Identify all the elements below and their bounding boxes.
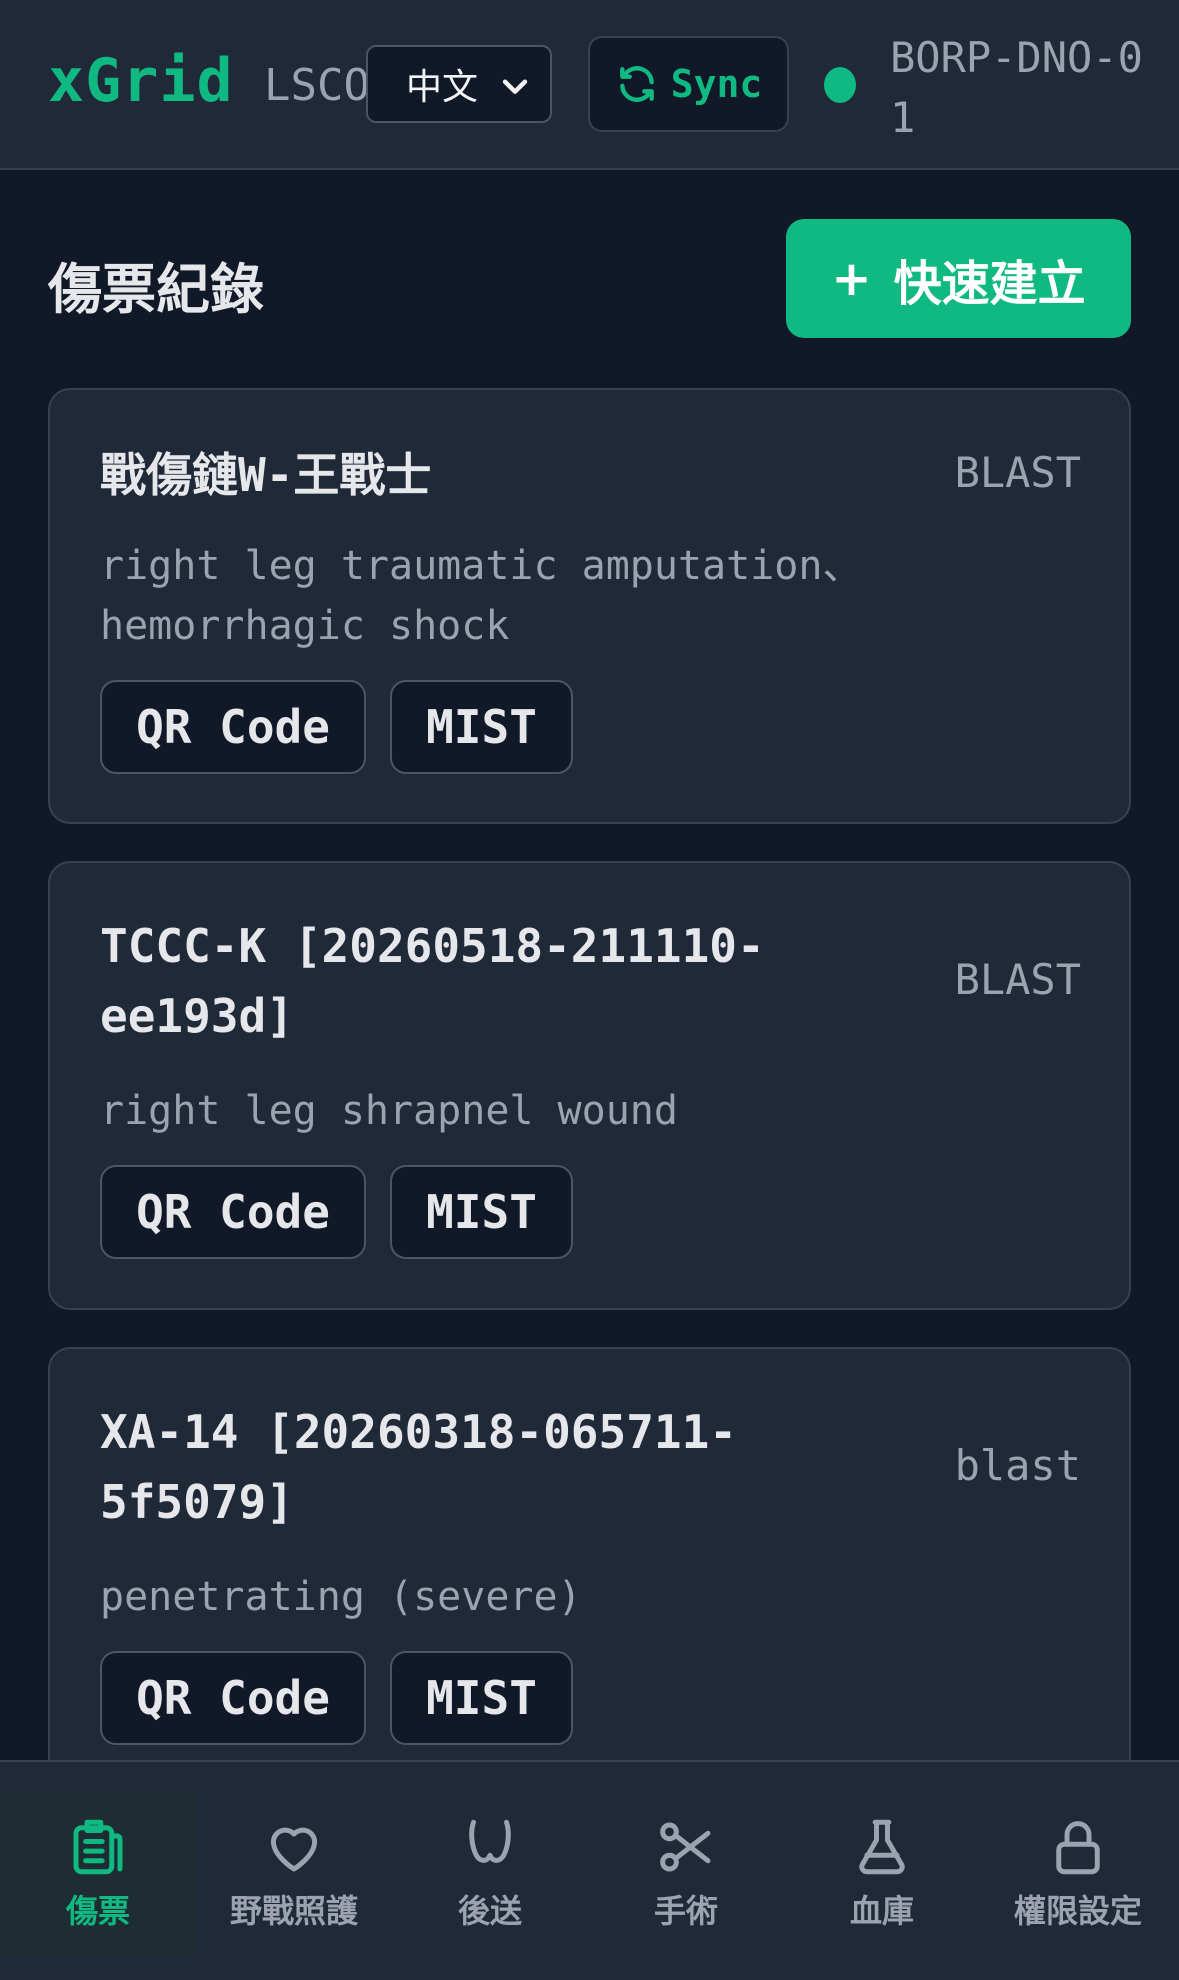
clipboard-icon	[73, 1819, 123, 1875]
injury-description: penetrating (severe)	[100, 1574, 582, 1620]
heart-icon	[270, 1827, 318, 1872]
qr-code-button[interactable]: QR Code	[100, 1165, 366, 1259]
nav-label: 血庫	[849, 1892, 914, 1930]
nav-item-blood-bank[interactable]: 血庫	[784, 1790, 980, 1956]
nav-item-evacuation[interactable]: 後送	[392, 1790, 588, 1956]
app-header: xGrid LSCO 中文 Sync BORP-DNO-01	[0, 0, 1179, 170]
device-id: BORP-DNO-01	[890, 33, 1143, 142]
quick-create-label: 快速建立	[893, 255, 1086, 312]
site-code: LSCO	[264, 60, 370, 111]
chevron-down-icon	[502, 79, 528, 94]
casualty-card[interactable]: 戰傷鏈W-王戰士 BLAST right leg traumatic amput…	[48, 388, 1131, 824]
sync-label: Sync	[670, 62, 763, 106]
quick-create-button[interactable]: + 快速建立	[786, 219, 1131, 338]
scissors-icon	[660, 1822, 711, 1872]
nav-label: 野戰照護	[229, 1892, 358, 1930]
injury-mechanism: blast	[954, 1441, 1081, 1490]
injury-description: right leg shrapnel wound	[100, 1088, 678, 1134]
mist-button[interactable]: MIST	[390, 1165, 573, 1259]
mist-button[interactable]: MIST	[390, 1651, 573, 1745]
plus-icon: +	[831, 250, 872, 307]
nav-label: 權限設定	[1013, 1892, 1142, 1930]
casualty-name: XA-14 [20260318-065711-5f5079]	[100, 1405, 737, 1529]
connection-status-dot	[824, 67, 856, 103]
injury-mechanism: BLAST	[954, 448, 1081, 497]
refresh-icon	[619, 66, 654, 102]
page-title: 傷票紀錄	[48, 258, 264, 321]
nav-item-field-care[interactable]: 野戰照護	[196, 1790, 392, 1956]
stretcher-icon	[469, 1819, 511, 1863]
injury-description: right leg traumatic amputation、hemorrhag…	[100, 543, 863, 649]
mist-button[interactable]: MIST	[390, 680, 573, 774]
casualty-name: TCCC-K [20260518-211110-ee193d]	[100, 919, 765, 1043]
nav-label: 手術	[653, 1892, 718, 1930]
nav-label: 傷票	[65, 1892, 130, 1930]
casualty-card[interactable]: XA-14 [20260318-065711-5f5079] blast pen…	[48, 1347, 1131, 1807]
sync-button[interactable]: Sync	[588, 36, 789, 132]
qr-code-button[interactable]: QR Code	[100, 1651, 366, 1745]
brand-logo[interactable]: xGrid	[48, 46, 234, 116]
injury-mechanism: BLAST	[954, 955, 1081, 1004]
nav-label: 後送	[457, 1892, 522, 1930]
nav-item-surgery[interactable]: 手術	[588, 1790, 784, 1956]
flask-icon	[859, 1819, 905, 1875]
bottom-nav: 傷票 野戰照護 後送 手術 血庫 權限設定	[0, 1760, 1179, 1980]
language-select[interactable]: 中文	[366, 45, 552, 123]
nav-item-casualty-cards[interactable]: 傷票	[0, 1790, 196, 1956]
lock-icon	[1056, 1821, 1100, 1875]
nav-item-permissions[interactable]: 權限設定	[980, 1790, 1176, 1956]
casualty-card[interactable]: TCCC-K [20260518-211110-ee193d] BLAST ri…	[48, 861, 1131, 1310]
casualty-name: 戰傷鏈W-王戰士	[100, 448, 432, 502]
qr-code-button[interactable]: QR Code	[100, 680, 366, 774]
language-select-value: 中文	[406, 67, 479, 108]
